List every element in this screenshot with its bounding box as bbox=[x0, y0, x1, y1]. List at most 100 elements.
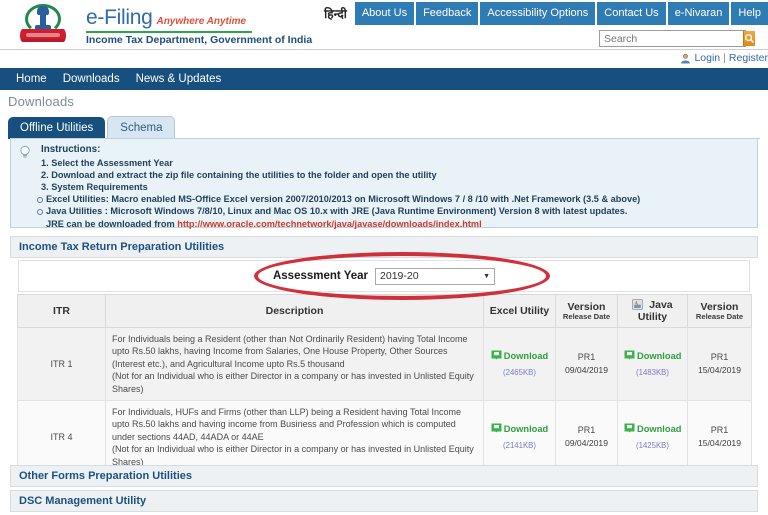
java-file-size: (1425KB) bbox=[636, 440, 669, 450]
java-download-link[interactable]: Download bbox=[624, 350, 681, 363]
utilities-table-wrapper: ITR Description Excel Utility Version Re… bbox=[17, 294, 752, 475]
table-header-row: ITR Description Excel Utility Version Re… bbox=[17, 294, 752, 328]
instructions-steps: 1. Select the Assessment Year 2. Downloa… bbox=[41, 157, 751, 193]
brand-block: e-Filing Anywhere Anytime Income Tax Depa… bbox=[86, 6, 312, 46]
nav-contact-us[interactable]: Contact Us bbox=[597, 2, 666, 25]
description-line: (Not for an Individual who is either Dir… bbox=[112, 444, 412, 455]
utilities-table: ITR Description Excel Utility Version Re… bbox=[17, 294, 752, 475]
excel-version-value: PR1 bbox=[577, 351, 596, 362]
description-line: For Individuals, HUFs and Firms (other t… bbox=[112, 407, 429, 418]
java-release-date: 15/04/2019 bbox=[697, 438, 741, 449]
department-name: Income Tax Department, Government of Ind… bbox=[86, 34, 313, 46]
column-header-excel-version: Version Release Date bbox=[555, 294, 618, 328]
assessment-year-dropdown[interactable]: 2019-20 ▼ bbox=[375, 267, 496, 285]
java-download-label: Download bbox=[637, 423, 682, 434]
cell-java-version: PR1 15/04/2019 bbox=[687, 326, 752, 402]
assessment-year-label: Assessment Year bbox=[272, 270, 369, 282]
java-utility-icon bbox=[632, 299, 644, 310]
page-title: Downloads bbox=[8, 94, 75, 109]
nav-feedback[interactable]: Feedback bbox=[416, 2, 479, 25]
instruction-step-2: 2. Download and extract the zip file con… bbox=[41, 170, 437, 181]
download-icon bbox=[491, 350, 502, 360]
register-link[interactable]: Register bbox=[729, 52, 768, 64]
excel-version-subtitle: Release Date bbox=[562, 312, 611, 321]
system-requirements-list: Excel Utilities: Macro enabled MS-Office… bbox=[35, 193, 751, 217]
excel-download-link[interactable]: Download bbox=[491, 423, 548, 436]
java-file-size: (1483KB) bbox=[636, 367, 669, 377]
tab-schema[interactable]: Schema bbox=[107, 116, 176, 139]
nav-accessibility-options[interactable]: Accessibility Options bbox=[480, 2, 596, 25]
excel-download-label: Download bbox=[503, 350, 549, 361]
section-other-forms-preparation-utilities[interactable]: Other Forms Preparation Utilities bbox=[10, 465, 758, 487]
login-register-bar: Login | Register bbox=[680, 52, 768, 64]
jre-note-prefix: JRE can be downloaded from bbox=[46, 218, 178, 229]
instruction-step-3: 3. System Requirements bbox=[41, 182, 148, 193]
jre-download-note: JRE can be downloaded from http://www.or… bbox=[46, 218, 751, 230]
description-line: (Not for an Individual who is either Dir… bbox=[112, 371, 412, 382]
requirement-excel-utilities: Excel Utilities: Macro enabled MS-Office… bbox=[35, 193, 751, 205]
instructions-panel: Instructions: 1. Select the Assessment Y… bbox=[10, 138, 758, 230]
requirement-java-utilities: Java Utilities : Microsoft Windows 7/8/1… bbox=[35, 205, 751, 217]
assessment-year-panel: Assessment Year 2019-20 ▼ bbox=[18, 260, 750, 292]
download-icon bbox=[491, 423, 502, 433]
cell-itr-name: ITR 4 bbox=[17, 400, 106, 475]
utility-tabs: Offline Utilities Schema bbox=[8, 115, 760, 139]
excel-file-size: (2465KB) bbox=[503, 367, 536, 377]
mainnav-news-updates[interactable]: News & Updates bbox=[136, 73, 222, 85]
java-version-subtitle: Release Date bbox=[695, 312, 744, 321]
search-button[interactable] bbox=[743, 31, 755, 46]
instruction-step-1: 1. Select the Assessment Year bbox=[41, 157, 173, 168]
cell-excel-download: Download (2465KB) bbox=[483, 326, 556, 402]
brand-tagline: Anywhere Anytime bbox=[156, 16, 247, 27]
user-icon bbox=[681, 53, 691, 63]
cell-java-download: Download (1483KB) bbox=[617, 326, 688, 402]
lightbulb-icon bbox=[20, 145, 30, 158]
site-logo bbox=[12, 3, 80, 48]
chevron-down-icon: ▼ bbox=[483, 272, 491, 280]
column-header-java-utility: Java Utility bbox=[617, 294, 688, 328]
section-income-tax-return-preparation-utilities[interactable]: Income Tax Return Preparation Utilities bbox=[10, 236, 758, 258]
instructions-heading: Instructions: bbox=[41, 144, 101, 155]
cell-description: For Individuals, HUFs and Firms (other t… bbox=[105, 400, 484, 475]
download-icon bbox=[624, 350, 635, 360]
table-row: ITR 4 For Individuals, HUFs and Firms (o… bbox=[17, 400, 752, 475]
excel-version-value: PR1 bbox=[577, 424, 596, 435]
jre-download-link[interactable]: http://www.oracle.com/technetwork/java/j… bbox=[177, 219, 481, 229]
nav-help[interactable]: Help bbox=[731, 2, 768, 25]
efiling-downloads-page: e-Filing Anywhere Anytime Income Tax Depa… bbox=[0, 0, 768, 515]
cell-itr-name: ITR 1 bbox=[17, 326, 106, 402]
section-dsc-management-utility[interactable]: DSC Management Utility bbox=[10, 490, 758, 512]
login-link[interactable]: Login bbox=[694, 52, 720, 64]
cell-excel-version: PR1 09/04/2019 bbox=[555, 326, 618, 402]
cell-excel-version: PR1 09/04/2019 bbox=[555, 400, 618, 475]
column-header-itr: ITR bbox=[17, 294, 106, 328]
excel-file-size: (2141KB) bbox=[503, 440, 536, 450]
description-line: For Individuals being a Resident (other … bbox=[112, 334, 436, 344]
assessment-year-value: 2019-20 bbox=[380, 270, 419, 282]
java-download-link[interactable]: Download bbox=[624, 423, 681, 436]
table-row: ITR 1 For Individuals being a Resident (… bbox=[17, 326, 752, 402]
cell-java-download: Download (1425KB) bbox=[617, 400, 688, 475]
hindi-language-link[interactable]: हिन्दी bbox=[320, 2, 353, 25]
search-icon bbox=[744, 33, 754, 43]
cell-java-version: PR1 15/04/2019 bbox=[687, 400, 752, 475]
india-emblem-icon bbox=[20, 3, 68, 47]
search-input[interactable] bbox=[600, 31, 743, 46]
login-separator: | bbox=[723, 52, 726, 64]
nav-about-us[interactable]: About Us bbox=[354, 2, 415, 25]
excel-release-date: 09/04/2019 bbox=[564, 438, 608, 449]
brand-name: e-Filing bbox=[86, 6, 153, 29]
nav-e-nivaran[interactable]: e-Nivaran bbox=[667, 2, 730, 25]
excel-download-label: Download bbox=[503, 423, 549, 434]
mainnav-downloads[interactable]: Downloads bbox=[63, 73, 120, 85]
java-version-value: PR1 bbox=[710, 424, 729, 435]
excel-download-link[interactable]: Download bbox=[491, 350, 548, 363]
tab-offline-utilities[interactable]: Offline Utilities bbox=[8, 117, 106, 139]
cell-description: For Individuals being a Resident (other … bbox=[105, 326, 484, 402]
excel-release-date: 09/04/2019 bbox=[564, 365, 608, 376]
mainnav-home[interactable]: Home bbox=[16, 73, 47, 85]
brand-divider bbox=[86, 31, 252, 33]
download-icon bbox=[624, 423, 635, 433]
column-header-java-version: Version Release Date bbox=[687, 294, 752, 328]
search-box bbox=[599, 30, 755, 47]
